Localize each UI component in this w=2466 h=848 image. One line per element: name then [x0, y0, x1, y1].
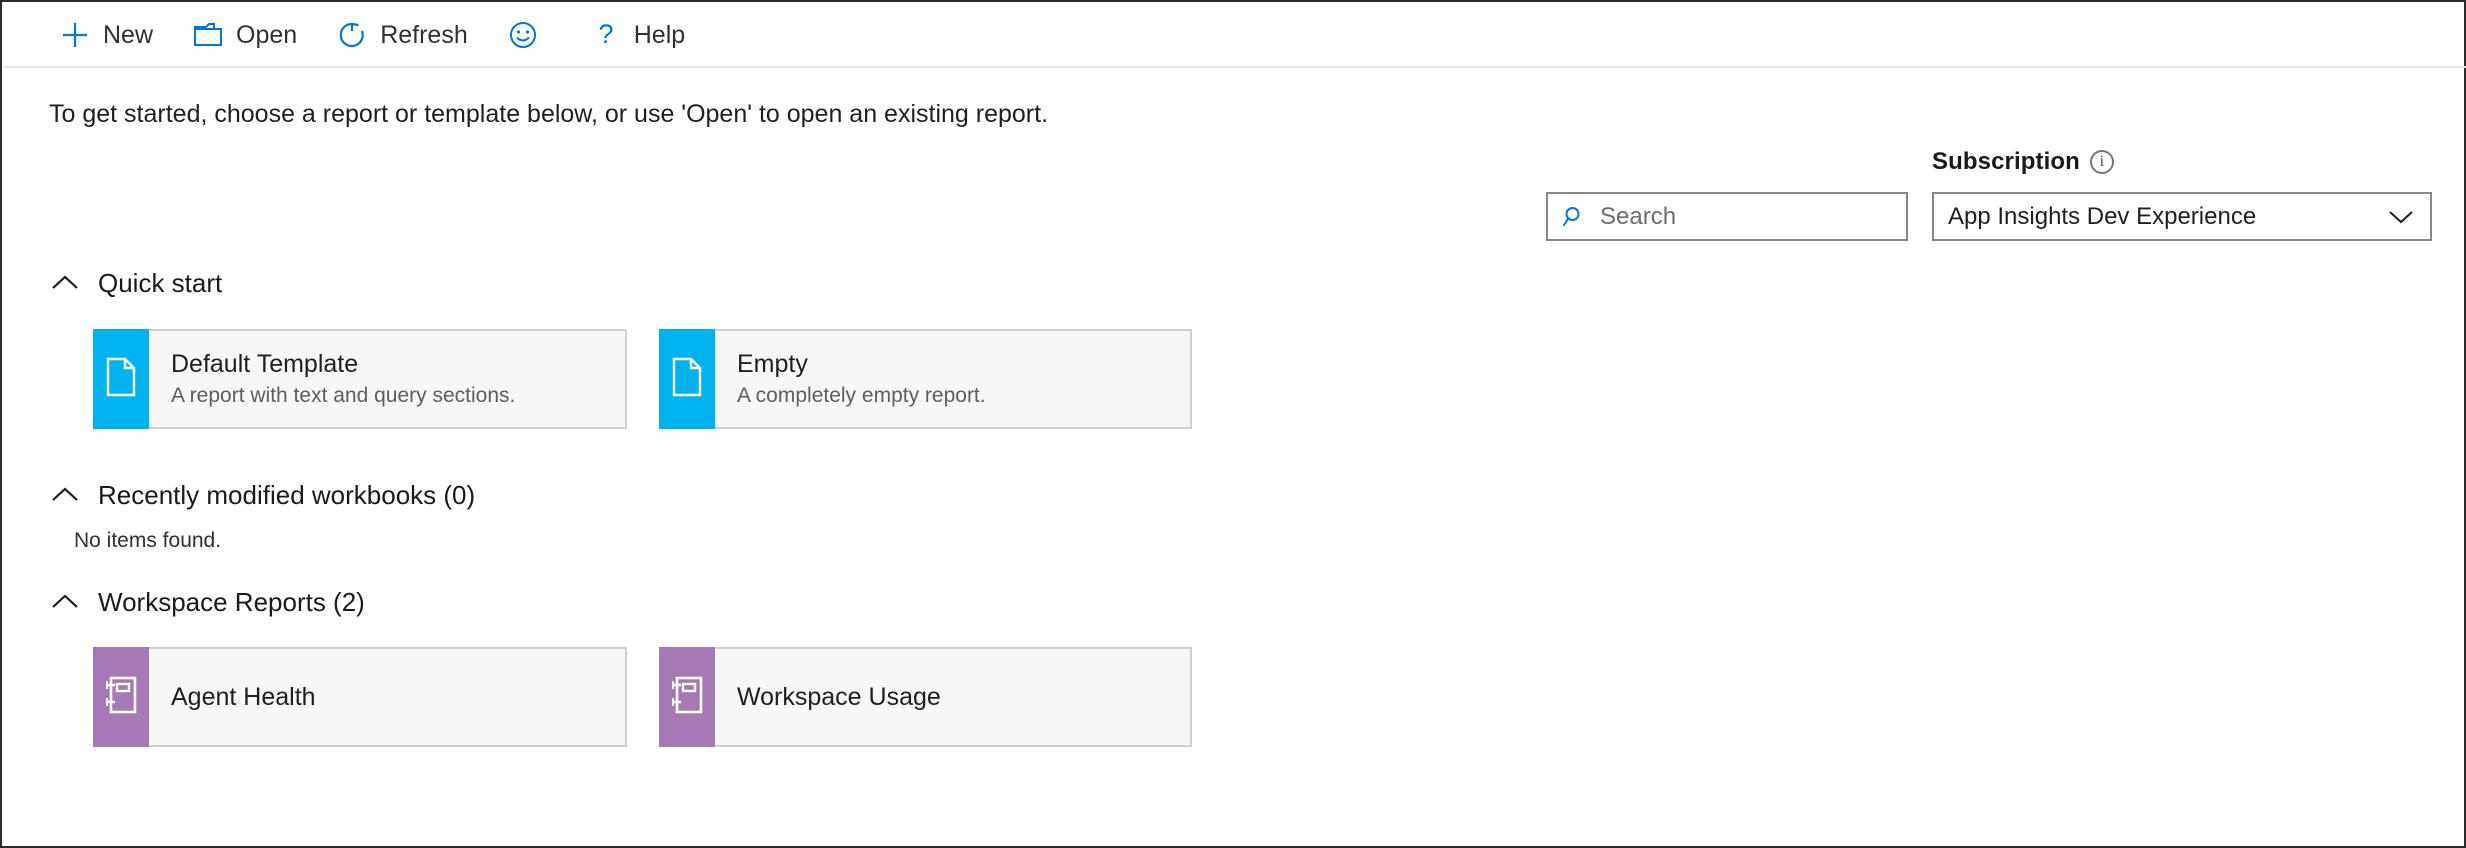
refresh-button[interactable]: Refresh: [321, 11, 482, 59]
svg-text:?: ?: [598, 20, 613, 49]
section-title-quick-start: Quick start: [98, 268, 222, 299]
card-tile: [93, 329, 149, 429]
chevron-up-icon: [49, 267, 81, 299]
card-title: Default Template: [171, 350, 625, 379]
section-header-quick-start[interactable]: Quick start: [49, 267, 222, 299]
card-workspace-usage[interactable]: Workspace Usage: [659, 647, 1192, 747]
card-subtitle: A completely empty report.: [737, 384, 1190, 408]
card-agent-health[interactable]: Agent Health: [93, 647, 627, 747]
chevron-up-icon: [49, 586, 81, 618]
card-body: Agent Health: [149, 647, 627, 747]
open-button-label: Open: [236, 23, 297, 48]
card-title: Empty: [737, 350, 1190, 379]
filter-controls: Subscription i App Insights Dev Experien…: [1545, 148, 2445, 248]
card-empty[interactable]: Empty A completely empty report.: [659, 329, 1192, 429]
chevron-down-icon: [2388, 209, 2414, 225]
command-bar: New Open Refresh: [4, 4, 2466, 68]
smiley-icon: [506, 18, 540, 52]
section-title-recently-modified: Recently modified workbooks (0): [98, 480, 475, 511]
workbooks-gallery-page: New Open Refresh: [0, 0, 2466, 848]
card-tile: [659, 329, 715, 429]
subscription-label: Subscription: [1932, 148, 2080, 176]
card-tile: [659, 647, 715, 747]
subscription-label-row: Subscription i: [1932, 148, 2114, 176]
new-button[interactable]: New: [44, 11, 167, 59]
card-body: Workspace Usage: [715, 647, 1192, 747]
workbook-icon: [668, 674, 706, 721]
card-body: Empty A completely empty report.: [715, 329, 1192, 429]
intro-text: To get started, choose a report or templ…: [49, 100, 1048, 129]
help-button[interactable]: ? Help: [575, 11, 699, 59]
workbook-icon: [102, 674, 140, 721]
help-button-label: Help: [634, 23, 685, 48]
card-title: Workspace Usage: [737, 683, 1190, 712]
refresh-icon: [335, 18, 369, 52]
chevron-up-icon: [49, 479, 81, 511]
card-subtitle: A report with text and query sections.: [171, 384, 625, 408]
search-input[interactable]: [1598, 202, 1882, 232]
document-icon: [104, 356, 138, 403]
section-title-workspace-reports: Workspace Reports (2): [98, 587, 365, 618]
card-body: Default Template A report with text and …: [149, 329, 627, 429]
subscription-dropdown[interactable]: App Insights Dev Experience: [1932, 192, 2432, 241]
card-title: Agent Health: [171, 683, 625, 712]
refresh-button-label: Refresh: [380, 23, 468, 48]
document-icon: [670, 356, 704, 403]
no-items-found-text: No items found.: [74, 529, 221, 553]
section-header-workspace-reports[interactable]: Workspace Reports (2): [49, 586, 365, 618]
feedback-button[interactable]: [492, 11, 565, 59]
section-header-recently-modified[interactable]: Recently modified workbooks (0): [49, 479, 475, 511]
card-default-template[interactable]: Default Template A report with text and …: [93, 329, 627, 429]
card-tile: [93, 647, 149, 747]
search-box[interactable]: [1546, 192, 1908, 241]
open-button[interactable]: Open: [177, 11, 311, 59]
subscription-selected-value: App Insights Dev Experience: [1948, 203, 2256, 231]
info-icon[interactable]: i: [2090, 150, 2114, 174]
new-button-label: New: [103, 23, 153, 48]
search-icon: [1562, 205, 1586, 229]
folder-icon: [191, 18, 225, 52]
question-icon: ?: [589, 18, 623, 52]
plus-icon: [58, 18, 92, 52]
